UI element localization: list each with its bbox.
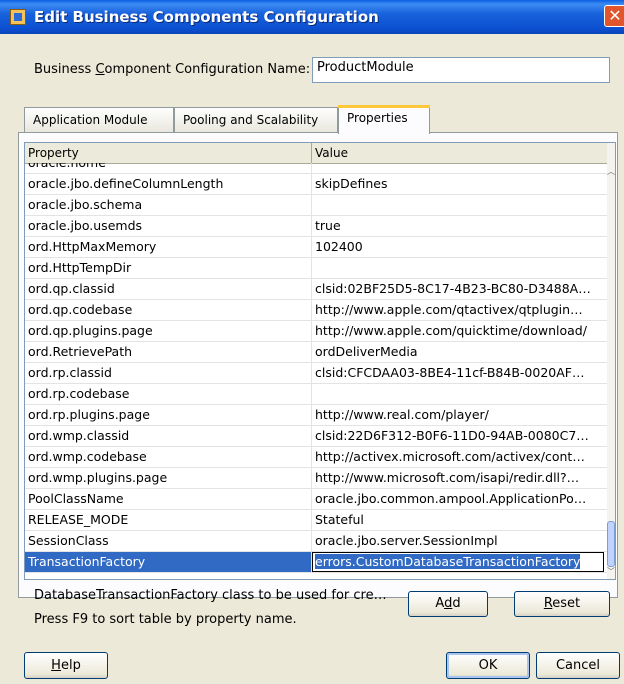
value-cell[interactable]: Stateful — [312, 510, 602, 530]
column-header-property[interactable]: Property — [25, 143, 312, 163]
value-cell[interactable]: http://activex.microsoft.com/activex/con… — [312, 447, 602, 467]
table-row[interactable]: oracle.jbo.schema — [25, 195, 607, 216]
value-cell[interactable]: http://www.real.com/player/ — [312, 405, 602, 425]
help-button-label: elp — [60, 658, 81, 673]
tab-pooling-and-scalability[interactable]: Pooling and Scalability — [174, 107, 338, 133]
property-cell[interactable]: oracle.jbo.usemds — [25, 216, 312, 236]
help-button-mnemonic: H — [51, 658, 61, 673]
tab-properties[interactable]: Properties — [338, 105, 430, 134]
property-cell[interactable]: RELEASE_MODE — [25, 510, 312, 530]
config-name-label: Business Component Configuration Name: — [34, 62, 310, 77]
property-cell[interactable]: TransactionFactory — [25, 552, 312, 572]
table-row[interactable]: ord.HttpMaxMemory 102400 — [25, 237, 607, 258]
property-cell[interactable]: ord.qp.codebase — [25, 300, 312, 320]
property-cell[interactable]: ord.HttpTempDir — [25, 258, 312, 278]
table-row[interactable]: oracle.jbo.defineColumnLength skipDefines — [25, 174, 607, 195]
table-header: Property Value — [25, 143, 607, 164]
title-bar[interactable]: Edit Business Components Configuration ✕ — [0, 0, 624, 34]
config-name-label-part: Business — [34, 62, 96, 77]
add-button-label: A — [435, 596, 445, 611]
value-cell[interactable]: ordDeliverMedia — [312, 342, 602, 362]
property-cell[interactable]: oracle.home — [25, 163, 312, 173]
dialog-window: Edit Business Components Configuration ✕… — [0, 0, 624, 684]
window-title: Edit Business Components Configuration — [34, 8, 379, 26]
value-edit-field[interactable]: errors.CustomDatabaseTransactionFactory — [312, 552, 604, 572]
property-description: DatabaseTransactionFactory class to be u… — [34, 588, 387, 603]
value-cell[interactable]: http://www.microsoft.com/isapi/redir.dll… — [312, 468, 602, 488]
table-row-selected[interactable]: TransactionFactory errors.CustomDatabase… — [25, 552, 607, 573]
value-cell[interactable]: clsid:22D6F312-B0F6-11D0-94AB-0080C7… — [312, 426, 602, 446]
value-edit-text: errors.CustomDatabaseTransactionFactory — [315, 554, 581, 569]
sort-hint: Press F9 to sort table by property name. — [34, 612, 297, 627]
property-cell[interactable]: ord.wmp.classid — [25, 426, 312, 446]
table-row[interactable]: RELEASE_MODE Stateful — [25, 510, 607, 531]
table-row[interactable]: ord.rp.codebase — [25, 384, 607, 405]
app-window-icon — [10, 9, 26, 25]
vertical-scrollbar[interactable]: ︿ ﹀ — [607, 143, 615, 579]
config-name-input[interactable]: ProductModule — [312, 57, 610, 83]
table-row[interactable]: ord.wmp.classid clsid:22D6F312-B0F6-11D0-… — [25, 426, 607, 447]
config-name-label-part: omponent Configuration Name: — [104, 62, 311, 77]
property-cell[interactable]: oracle.jbo.schema — [25, 195, 312, 215]
property-cell[interactable]: oracle.jbo.defineColumnLength — [25, 174, 312, 194]
table-row[interactable]: ord.rp.classid clsid:CFCDAA03-8BE4-11cf-B… — [25, 363, 607, 384]
property-cell[interactable]: ord.wmp.codebase — [25, 447, 312, 467]
value-cell[interactable] — [312, 258, 602, 278]
table-row[interactable]: ord.qp.classid clsid:02BF25D5-8C17-4B23-B… — [25, 279, 607, 300]
value-cell[interactable] — [312, 384, 602, 404]
reset-button[interactable]: Reset — [514, 591, 610, 617]
tab-application-module[interactable]: Application Module — [24, 107, 174, 133]
add-button[interactable]: Add — [408, 591, 488, 617]
table-row[interactable]: oracle.home — [25, 163, 607, 174]
value-cell[interactable]: skipDefines — [312, 174, 602, 194]
reset-button-mnemonic: R — [543, 596, 553, 611]
property-cell[interactable]: ord.rp.plugins.page — [25, 405, 312, 425]
table-row[interactable]: ord.RetrievePath ordDeliverMedia — [25, 342, 607, 363]
property-cell[interactable]: PoolClassName — [25, 489, 312, 509]
table-body: oracle.homeoracle.jbo.defineColumnLength… — [25, 163, 607, 579]
reset-button-label: eset — [552, 596, 581, 611]
close-button[interactable]: ✕ — [604, 5, 624, 27]
scroll-up-arrow-icon[interactable]: ︿ — [607, 167, 615, 177]
property-cell[interactable]: ord.rp.codebase — [25, 384, 312, 404]
value-cell[interactable]: http://www.apple.com/qtactivex/qtplugin… — [312, 300, 602, 320]
ok-button[interactable]: OK — [446, 652, 530, 679]
table-row[interactable]: ord.qp.codebase http://www.apple.com/qtac… — [25, 300, 607, 321]
config-name-label-mnemonic: C — [95, 62, 105, 77]
value-cell[interactable]: oracle.jbo.common.ampool.ApplicationPo… — [312, 489, 602, 509]
table-row[interactable]: ord.HttpTempDir — [25, 258, 607, 279]
table-row[interactable]: oracle.jbo.usemds true — [25, 216, 607, 237]
value-cell[interactable]: true — [312, 216, 602, 236]
property-cell[interactable]: ord.wmp.plugins.page — [25, 468, 312, 488]
table-row[interactable]: ord.qp.plugins.page http://www.apple.com/… — [25, 321, 607, 342]
scroll-down-arrow-icon[interactable]: ﹀ — [607, 567, 615, 577]
properties-table: Property Value oracle.homeoracle.jbo.def… — [24, 142, 616, 580]
scrollbar-thumb[interactable] — [607, 521, 615, 567]
help-button[interactable]: Help — [24, 652, 108, 679]
column-header-value[interactable]: Value — [312, 143, 605, 163]
property-cell[interactable]: SessionClass — [25, 531, 312, 551]
value-cell[interactable]: 102400 — [312, 237, 602, 257]
property-cell[interactable]: ord.qp.classid — [25, 279, 312, 299]
add-button-label: d — [452, 596, 461, 611]
property-cell[interactable]: ord.qp.plugins.page — [25, 321, 312, 341]
value-cell[interactable] — [312, 163, 602, 173]
property-cell[interactable]: ord.rp.classid — [25, 363, 312, 383]
table-row[interactable]: PoolClassName oracle.jbo.common.ampool.Ap… — [25, 489, 607, 510]
property-cell[interactable]: ord.RetrievePath — [25, 342, 312, 362]
table-row[interactable]: SessionClass oracle.jbo.server.SessionImp… — [25, 531, 607, 552]
value-cell[interactable]: clsid:CFCDAA03-8BE4-11cf-B84B-0020AF… — [312, 363, 602, 383]
table-row[interactable]: ord.rp.plugins.page http://www.real.com/p… — [25, 405, 607, 426]
value-cell[interactable] — [312, 195, 602, 215]
value-cell[interactable]: clsid:02BF25D5-8C17-4B23-BC80-D3488A… — [312, 279, 602, 299]
table-row[interactable]: ord.wmp.codebase http://activex.microsoft… — [25, 447, 607, 468]
table-rows: oracle.homeoracle.jbo.defineColumnLength… — [25, 163, 607, 573]
value-cell[interactable]: http://www.apple.com/quicktime/download/ — [312, 321, 602, 341]
value-cell[interactable]: oracle.jbo.server.SessionImpl — [312, 531, 602, 551]
table-row[interactable]: ord.wmp.plugins.page http://www.microsoft… — [25, 468, 607, 489]
property-cell[interactable]: ord.HttpMaxMemory — [25, 237, 312, 257]
cancel-button[interactable]: Cancel — [536, 652, 620, 679]
